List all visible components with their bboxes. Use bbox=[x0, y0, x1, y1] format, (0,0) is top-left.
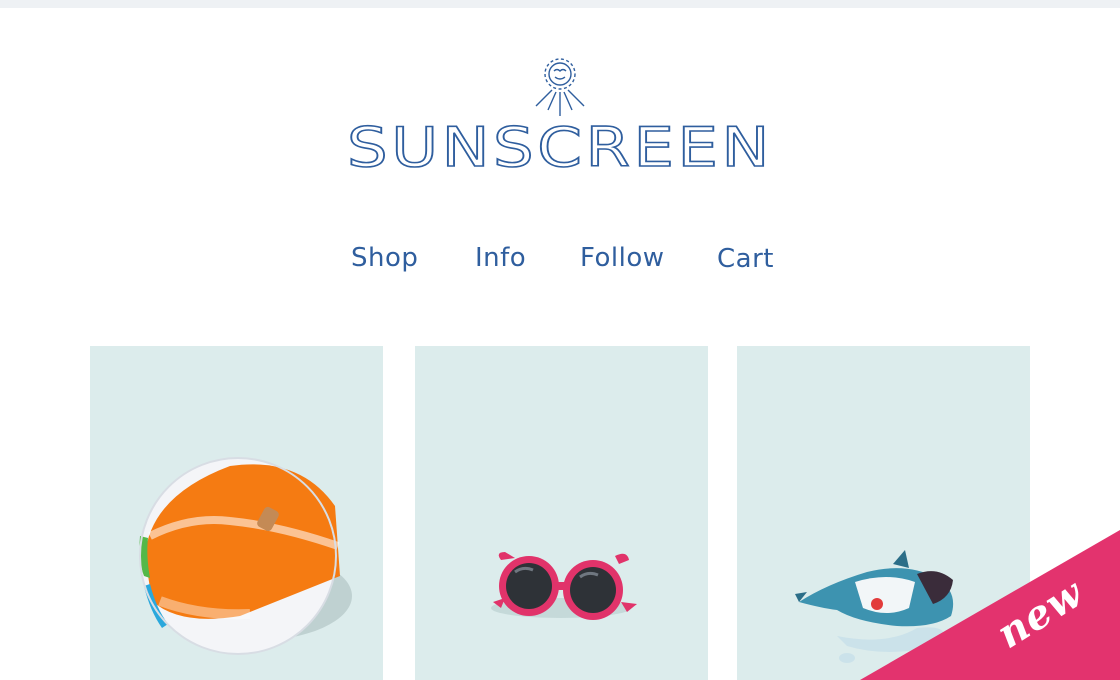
new-badge: new bbox=[860, 530, 1120, 680]
main-nav: Shop Info Follow Cart bbox=[0, 236, 1120, 280]
sun-face-icon bbox=[535, 58, 585, 116]
nav-shop[interactable]: Shop bbox=[351, 236, 418, 280]
nav-cart[interactable]: Cart bbox=[717, 237, 774, 281]
nav-follow[interactable]: Follow bbox=[580, 236, 665, 280]
nav-info[interactable]: Info bbox=[475, 236, 526, 280]
sunglasses-image bbox=[491, 552, 637, 620]
top-strip bbox=[0, 0, 1120, 8]
site-logo[interactable]: SUNSCREEN bbox=[340, 56, 780, 176]
svg-text:SUNSCREEN: SUNSCREEN bbox=[347, 116, 773, 176]
product-card-sunglasses[interactable] bbox=[415, 346, 708, 680]
beach-ball-image bbox=[139, 457, 352, 655]
product-card-beach-ball[interactable] bbox=[90, 346, 383, 680]
brand-wordmark: SUNSCREEN bbox=[346, 116, 773, 176]
